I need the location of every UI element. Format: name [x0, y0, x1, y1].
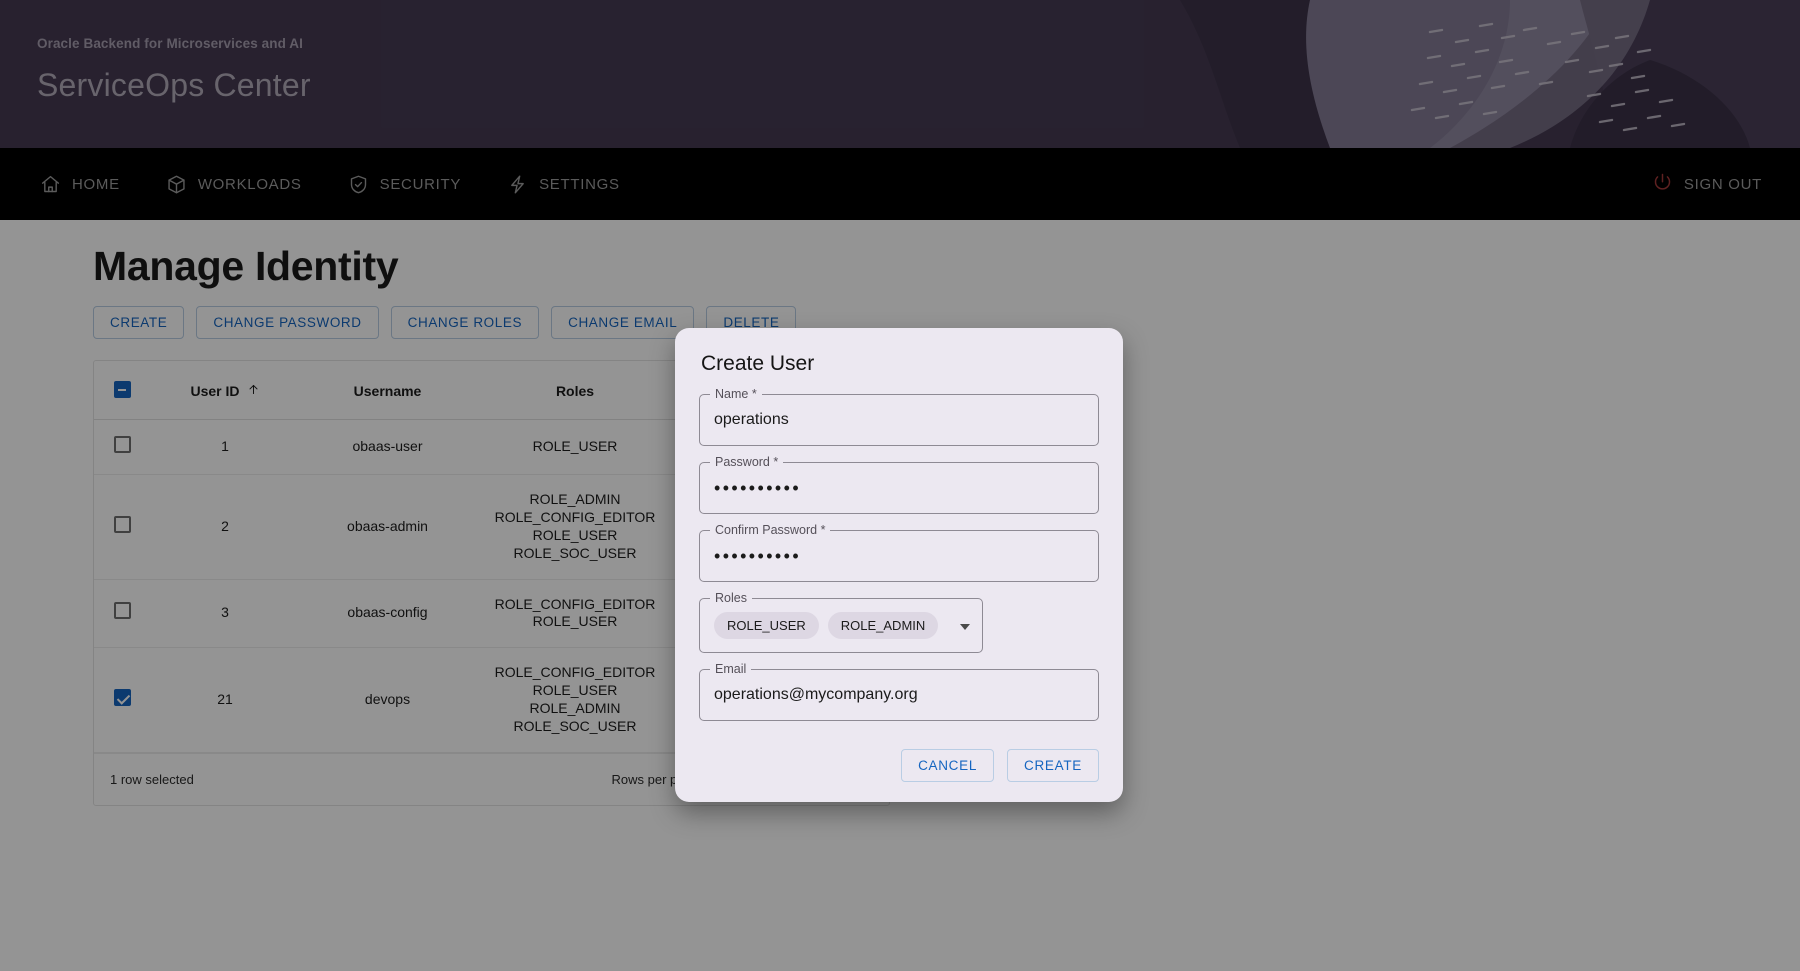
confirm-password-field-label: Confirm Password *: [710, 523, 830, 537]
confirm-password-input-box[interactable]: ••••••••••: [699, 530, 1099, 582]
name-input-box[interactable]: operations: [699, 394, 1099, 446]
confirm-password-input-value: ••••••••••: [714, 546, 801, 567]
password-input-value: ••••••••••: [714, 478, 801, 499]
roles-select-box[interactable]: ROLE_USER ROLE_ADMIN: [699, 598, 983, 653]
password-field-label: Password *: [710, 455, 783, 469]
chevron-down-icon[interactable]: [960, 624, 970, 630]
email-input-value: operations@mycompany.org: [714, 686, 918, 704]
create-confirm-button[interactable]: CREATE: [1007, 749, 1099, 782]
role-chip[interactable]: ROLE_USER: [714, 612, 819, 639]
cancel-button[interactable]: CANCEL: [901, 749, 994, 782]
name-input-value: operations: [714, 411, 789, 429]
dialog-action-bar: CANCEL CREATE: [699, 749, 1099, 782]
roles-field-label: Roles: [710, 591, 752, 605]
password-field[interactable]: Password * ••••••••••: [699, 462, 1099, 514]
email-input-box[interactable]: operations@mycompany.org: [699, 669, 1099, 721]
name-field-label: Name *: [710, 387, 762, 401]
create-user-dialog: Create User Name * operations Password *…: [675, 328, 1123, 802]
roles-field[interactable]: Roles ROLE_USER ROLE_ADMIN: [699, 598, 983, 653]
confirm-password-field[interactable]: Confirm Password * ••••••••••: [699, 530, 1099, 582]
role-chip[interactable]: ROLE_ADMIN: [828, 612, 939, 639]
name-field[interactable]: Name * operations: [699, 394, 1099, 446]
password-input-box[interactable]: ••••••••••: [699, 462, 1099, 514]
app-root: Oracle Backend for Microservices and AI …: [0, 0, 1800, 971]
email-field[interactable]: Email operations@mycompany.org: [699, 669, 1099, 721]
email-field-label: Email: [710, 662, 751, 676]
dialog-title: Create User: [701, 352, 1099, 376]
